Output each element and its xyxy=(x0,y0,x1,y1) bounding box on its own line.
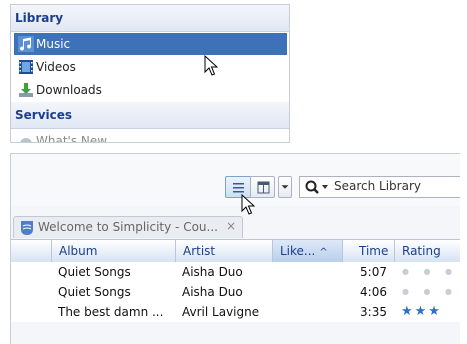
time-cell: 4:06 xyxy=(360,285,387,299)
tab-welcome[interactable]: Welcome to Simplicity - Cou... × xyxy=(13,216,243,238)
artist-cell: Avril Lavigne xyxy=(182,305,260,319)
sidebar-item-label: Downloads xyxy=(36,83,102,97)
column-header-rating[interactable]: Rating xyxy=(394,240,460,262)
column-header-artist[interactable]: Artist xyxy=(175,240,272,262)
column-header-label: Album xyxy=(59,244,98,258)
rating-stars[interactable]: ● ● ● xyxy=(402,282,458,302)
search-icon xyxy=(305,180,328,194)
track-list: Quiet Songs Aisha Duo 5:07 ● ● ● Quiet S… xyxy=(11,262,460,322)
table-header: Album Artist Like... ^ Time Rating xyxy=(11,239,460,263)
philips-logo-icon xyxy=(21,221,33,235)
library-sidebar: Library Music Videos Downloads Services … xyxy=(10,4,290,143)
download-arrow-icon xyxy=(19,83,33,97)
sidebar-item-label: Music xyxy=(36,37,71,51)
column-header-label: Like... xyxy=(280,244,316,258)
view-options-dropdown[interactable] xyxy=(278,176,292,198)
table-row[interactable]: The best damn ... Avril Lavigne 3:35 ★★★ xyxy=(11,302,460,322)
close-icon[interactable]: × xyxy=(226,219,236,233)
album-cell: The best damn ... xyxy=(58,305,164,319)
rating-stars[interactable]: ★★★ xyxy=(401,302,442,322)
sidebar-item-music[interactable]: Music xyxy=(14,33,287,55)
column-header-label: Artist xyxy=(183,244,216,258)
sidebar-item-label: Videos xyxy=(36,60,76,74)
column-header-time[interactable]: Time xyxy=(342,240,394,262)
sidebar-item-label: What's New xyxy=(36,134,108,142)
star-empty-icon: ● ● ● xyxy=(402,267,459,276)
library-section-header[interactable]: Library xyxy=(11,5,289,32)
column-header-likes[interactable]: Like... ^ xyxy=(272,240,342,262)
sidebar-item-videos[interactable]: Videos xyxy=(14,56,287,78)
chevron-down-icon xyxy=(281,185,289,189)
video-film-icon xyxy=(19,60,33,74)
album-cell: Quiet Songs xyxy=(58,285,131,299)
table-row[interactable]: Quiet Songs Aisha Duo 5:07 ● ● ● xyxy=(11,262,460,282)
toolbar: Search Library xyxy=(11,154,460,206)
album-cell: Quiet Songs xyxy=(58,265,131,279)
mouse-cursor-icon xyxy=(241,194,255,215)
mouse-cursor-icon xyxy=(204,55,218,76)
tab-label: Welcome to Simplicity - Cou... xyxy=(38,220,218,234)
artist-cell: Aisha Duo xyxy=(182,265,243,279)
globe-icon xyxy=(20,138,32,142)
sidebar-item-whats-new[interactable]: What's New xyxy=(14,130,287,142)
column-header-label: Time xyxy=(359,244,389,258)
services-section-header[interactable]: Services xyxy=(11,102,289,129)
star-filled-icon: ★★★ xyxy=(401,304,442,319)
music-note-icon xyxy=(18,36,34,52)
time-cell: 3:35 xyxy=(360,305,387,319)
rating-stars[interactable]: ● ● ● xyxy=(402,262,458,282)
search-library-field[interactable]: Search Library xyxy=(299,176,460,198)
sidebar-item-downloads[interactable]: Downloads xyxy=(14,79,287,101)
column-header-label: Rating xyxy=(402,244,441,258)
main-view: Search Library Welcome to Simplicity - C… xyxy=(10,153,460,344)
star-empty-icon: ● ● ● xyxy=(402,287,459,296)
column-header-album[interactable]: Album xyxy=(51,240,175,262)
time-cell: 5:07 xyxy=(360,265,387,279)
search-input[interactable]: Search Library xyxy=(334,179,421,193)
sort-ascending-icon: ^ xyxy=(319,247,328,258)
artist-cell: Aisha Duo xyxy=(182,285,243,299)
table-row[interactable]: Quiet Songs Aisha Duo 4:06 ● ● ● xyxy=(11,282,460,302)
